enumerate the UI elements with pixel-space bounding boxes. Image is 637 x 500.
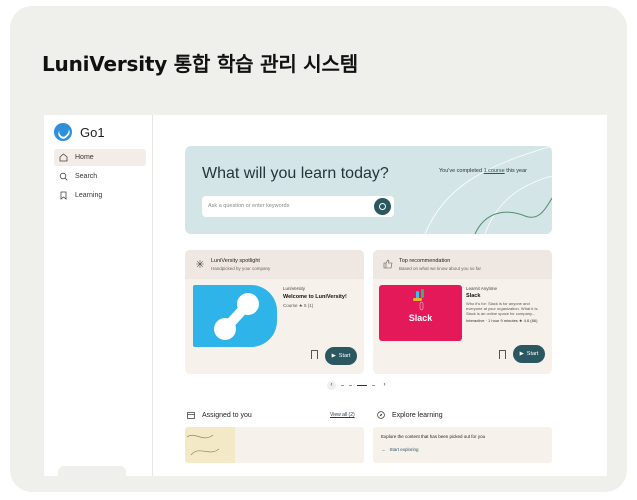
start-button[interactable]: ▶ Start bbox=[513, 345, 545, 363]
assigned-section-title: Assigned to you bbox=[187, 411, 252, 419]
panel-title: LuniVersity spotlight bbox=[211, 258, 260, 264]
thumbs-up-icon bbox=[383, 259, 393, 269]
play-icon: ▶ bbox=[519, 351, 524, 357]
chevron-right-icon[interactable]: › bbox=[380, 381, 389, 390]
section-title-text: Assigned to you bbox=[202, 411, 252, 419]
panel-title: Top recommendation bbox=[399, 258, 451, 264]
search-input[interactable]: Ask a question or enter keywords bbox=[202, 196, 394, 217]
course-name[interactable]: Slack bbox=[466, 293, 480, 299]
panel-header: LuniVersity spotlight Handpicked by your… bbox=[185, 250, 364, 279]
course-provider: LuniVersity bbox=[283, 286, 306, 291]
chevron-left-icon[interactable]: ‹ bbox=[327, 381, 336, 390]
slack-logo-icon bbox=[413, 289, 424, 311]
sidebar-item-label: Search bbox=[75, 173, 98, 180]
app-screenshot: Go1 Home Search Learning What will you l… bbox=[44, 115, 607, 476]
course-thumbnail-image bbox=[185, 427, 235, 463]
explore-text: Explore the content that has been picked… bbox=[381, 434, 486, 439]
course-info: Interactive · 1 hour 9 minutes ★ 4.6 (86… bbox=[466, 318, 538, 323]
assigned-course-card[interactable] bbox=[185, 427, 364, 463]
compass-icon bbox=[377, 411, 385, 419]
progress-text: You've completed 1 course this year bbox=[439, 168, 527, 174]
course-name[interactable]: Welcome to LuniVersity! bbox=[283, 294, 347, 300]
sidebar-item-search[interactable]: Search bbox=[54, 168, 146, 185]
sidebar-item-label: Learning bbox=[75, 192, 103, 199]
search-submit-button[interactable] bbox=[374, 198, 391, 215]
recommendation-panel: Top recommendation Based on what we know… bbox=[373, 250, 552, 374]
spotlight-panel: LuniVersity spotlight Handpicked by your… bbox=[185, 250, 364, 374]
pager-dot-active[interactable] bbox=[357, 385, 367, 386]
course-thumbnail[interactable]: Slack bbox=[379, 285, 462, 341]
main-content: What will you learn today? Ask a questio… bbox=[153, 115, 607, 476]
progress-suffix: this year bbox=[506, 168, 528, 174]
sparkle-icon bbox=[196, 260, 204, 268]
pager-dot[interactable] bbox=[341, 385, 344, 386]
hero-title: What will you learn today? bbox=[202, 165, 389, 182]
sidebar-item-home[interactable]: Home bbox=[54, 149, 146, 166]
app-logo[interactable]: Go1 bbox=[54, 123, 105, 141]
explore-section-title: Explore learning bbox=[377, 411, 443, 419]
course-provider: Learnit Anytime bbox=[466, 286, 498, 291]
bookmark-icon bbox=[59, 191, 68, 200]
arrow-right-icon: → bbox=[381, 447, 386, 452]
panel-header: Top recommendation Based on what we know… bbox=[373, 250, 552, 279]
pager-dot[interactable] bbox=[372, 385, 375, 386]
logo-icon bbox=[54, 123, 72, 141]
panel-subtitle: Based on what we know about you so far bbox=[399, 266, 482, 271]
explore-card: Explore the content that has been picked… bbox=[373, 427, 552, 463]
course-thumbnail[interactable] bbox=[193, 285, 277, 347]
sidebar-nav: Home Search Learning bbox=[54, 149, 146, 206]
feature-card: LuniVersity 통합 학습 관리 시스템 Go1 Home Search… bbox=[10, 6, 627, 492]
bookmark-icon[interactable] bbox=[499, 350, 506, 359]
course-description: Who it's for: Slack is for anyone and ev… bbox=[466, 301, 539, 316]
explore-link-label: Start exploring bbox=[389, 447, 419, 452]
progress-prefix: You've completed bbox=[439, 168, 483, 174]
sidebar: Go1 Home Search Learning bbox=[44, 115, 153, 476]
view-all-link[interactable]: View all (2) bbox=[330, 412, 355, 418]
progress-link[interactable]: 1 course bbox=[484, 168, 505, 174]
bookmark-icon[interactable] bbox=[311, 350, 318, 359]
sidebar-footer bbox=[58, 466, 126, 476]
calendar-icon bbox=[187, 412, 195, 419]
start-label: Start bbox=[338, 353, 351, 359]
pager-dot[interactable] bbox=[349, 385, 352, 386]
start-button[interactable]: ▶ Start bbox=[325, 347, 357, 365]
play-icon: ▶ bbox=[331, 353, 336, 359]
start-exploring-link[interactable]: → Start exploring bbox=[381, 447, 419, 452]
search-placeholder: Ask a question or enter keywords bbox=[208, 203, 290, 209]
card-title: LuniVersity 통합 학습 관리 시스템 bbox=[42, 52, 358, 76]
carousel-pager: ‹ › bbox=[327, 381, 389, 390]
logo-text: Go1 bbox=[80, 124, 105, 140]
sidebar-item-learning[interactable]: Learning bbox=[54, 187, 146, 204]
hero-banner: What will you learn today? Ask a questio… bbox=[185, 146, 552, 234]
sidebar-item-label: Home bbox=[75, 154, 94, 161]
home-icon bbox=[59, 153, 68, 162]
thumbnail-text: Slack bbox=[408, 313, 433, 323]
start-label: Start bbox=[526, 351, 539, 357]
course-meta: Course ★ 5 (1) bbox=[283, 303, 314, 308]
panel-subtitle: Handpicked by your company bbox=[211, 266, 271, 271]
section-title-text: Explore learning bbox=[392, 411, 443, 419]
dumbbell-logo-icon bbox=[214, 293, 259, 340]
hero-decoration bbox=[424, 146, 552, 234]
search-icon bbox=[59, 172, 68, 181]
